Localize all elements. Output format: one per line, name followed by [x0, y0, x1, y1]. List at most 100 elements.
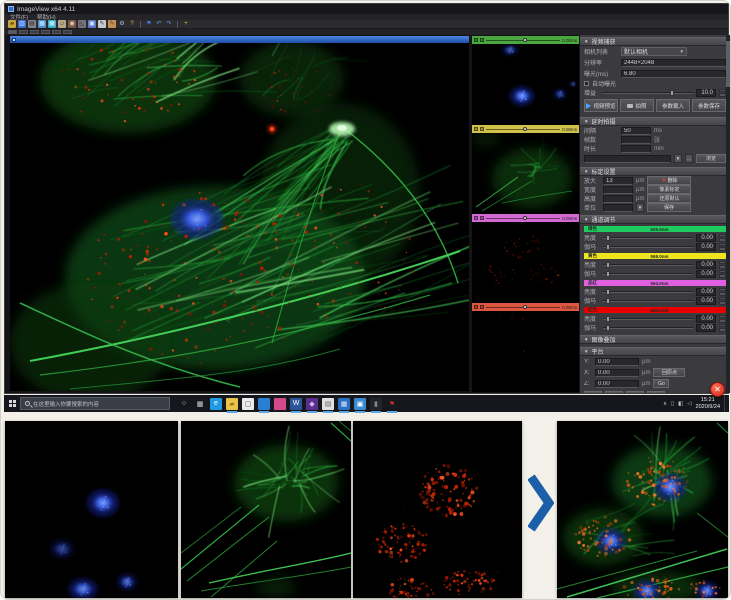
exposure-input[interactable]: 6.80: [621, 70, 726, 78]
value-stepper[interactable]: [719, 243, 726, 251]
width-input[interactable]: [603, 186, 633, 194]
scrollbar-thumb[interactable]: [726, 41, 730, 87]
channel-2-slider-1[interactable]: [603, 300, 693, 302]
battery-icon[interactable]: ▯: [671, 401, 674, 407]
channel-2-slider-0[interactable]: [603, 291, 693, 293]
gain-stepper[interactable]: [719, 89, 726, 97]
channel-1-slider-1[interactable]: [603, 273, 693, 275]
channel-0-slider-0[interactable]: [603, 237, 693, 239]
panel-scrollbar[interactable]: [726, 35, 730, 393]
title-bar[interactable]: ImageView x64 4.11: [5, 4, 728, 14]
console-icon[interactable]: ▮: [370, 398, 382, 410]
value-stepper[interactable]: [719, 270, 726, 278]
mdi-tab-2[interactable]: [30, 30, 39, 34]
pixel-calibrate-button[interactable]: 像素标定: [647, 185, 691, 194]
mdi-tab-5[interactable]: [63, 30, 72, 34]
resolution-input[interactable]: 2448×2048: [621, 59, 726, 67]
interval-input[interactable]: 50: [621, 127, 651, 135]
copy-icon[interactable]: ▱: [58, 20, 66, 28]
measure-icon[interactable]: ◺: [78, 20, 86, 28]
channel-value[interactable]: 0.00: [696, 243, 716, 251]
channel-value[interactable]: 0.00: [696, 315, 716, 323]
edge-icon[interactable]: e: [210, 398, 222, 410]
channel-value[interactable]: 0.00: [696, 270, 716, 278]
channel-1-bar[interactable]: 黄色568.0nm: [584, 253, 726, 259]
path-more-button[interactable]: …: [685, 154, 693, 163]
browse-button[interactable]: 浏览: [696, 154, 726, 163]
imaging-app-icon[interactable]: ⚑: [386, 398, 398, 410]
delete-calibration-button[interactable]: ✕删除: [647, 176, 691, 185]
start-button[interactable]: [4, 395, 20, 412]
preview-button[interactable]: 视频预览: [584, 99, 618, 112]
save-calibration-button[interactable]: 保存: [647, 203, 691, 212]
section-sequence-header[interactable]: ▼延时拍摄: [580, 117, 730, 126]
word-icon[interactable]: W: [290, 398, 302, 410]
restore-default-button[interactable]: 还原默认: [647, 194, 691, 203]
stage-home-button[interactable]: 回原点: [653, 368, 685, 377]
settings-icon[interactable]: ⚙: [118, 20, 126, 28]
open-folder-icon[interactable]: ▰: [8, 20, 16, 28]
undo-icon[interactable]: ↶: [155, 20, 163, 28]
stage-button-2[interactable]: Z置0: [626, 391, 644, 393]
channel-1-slider-0[interactable]: [603, 264, 693, 266]
value-stepper[interactable]: [719, 261, 726, 269]
print-icon[interactable]: ▤: [28, 20, 36, 28]
unit-dropdown-button[interactable]: ▼: [636, 203, 644, 212]
channel-3-bar[interactable]: 红色640.0nm: [584, 307, 726, 313]
white-balance-icon[interactable]: ◉: [68, 20, 76, 28]
photos-icon[interactable]: [274, 398, 286, 410]
blue-channel-thumbnail-slider[interactable]: 0.00ms: [472, 36, 579, 44]
channel-2-bar[interactable]: 品红594.0nm: [584, 280, 726, 286]
stage-button-0[interactable]: X置0: [584, 391, 602, 393]
channel-value[interactable]: 0.00: [696, 324, 716, 332]
auto-exposure-checkbox[interactable]: [584, 81, 589, 86]
network-icon[interactable]: ◧: [678, 401, 683, 407]
onedrive-icon[interactable]: [258, 398, 270, 410]
taskbar-search[interactable]: 在这里输入你要搜索的内容: [20, 397, 170, 410]
gain-value[interactable]: 10.0: [696, 89, 716, 97]
value-stepper[interactable]: [719, 324, 726, 332]
mdi-tab-0[interactable]: [8, 30, 17, 34]
save-path-input[interactable]: [584, 155, 671, 163]
far-red-channel-thumbnail[interactable]: [472, 311, 579, 392]
section-calibration-header[interactable]: ▼标定设置: [580, 167, 730, 176]
channel-value[interactable]: 0.00: [696, 297, 716, 305]
unit-input[interactable]: [603, 204, 633, 212]
mdi-tab-3[interactable]: [41, 30, 50, 34]
snap-button[interactable]: 拍照: [620, 99, 654, 112]
save-icon[interactable]: ▥: [18, 20, 26, 28]
hidden-icons-chevron[interactable]: ∧: [663, 401, 667, 407]
value-stepper[interactable]: [719, 315, 726, 323]
channel-0-bar[interactable]: 绿色525.0nm: [584, 226, 726, 232]
media-player-icon[interactable]: ▣: [354, 398, 366, 410]
channel-value[interactable]: 0.00: [696, 288, 716, 296]
frames-input[interactable]: [621, 136, 651, 144]
close-button[interactable]: ✕: [710, 382, 725, 397]
image-icon[interactable]: ▦: [38, 20, 46, 28]
path-dropdown-button[interactable]: ▼: [674, 154, 682, 163]
redo-icon[interactable]: ↷: [165, 20, 173, 28]
save-params-button[interactable]: 参数保存: [692, 99, 726, 112]
image-window-titlebar[interactable]: [10, 36, 469, 43]
cortana-icon[interactable]: ○: [178, 398, 190, 410]
mdi-tab-1[interactable]: [19, 30, 28, 34]
magnification-input[interactable]: 13: [603, 177, 633, 185]
green-channel-thumbnail-slider[interactable]: 0.00ms: [472, 125, 579, 133]
far-red-channel-thumbnail-slider[interactable]: 0.00ms: [472, 303, 579, 311]
section-channels-header[interactable]: ▼通道调节: [580, 215, 730, 224]
edit-icon[interactable]: ✎: [108, 20, 116, 28]
channel-3-slider-1[interactable]: [603, 327, 693, 329]
red-channel-thumbnail[interactable]: [472, 222, 579, 303]
help-icon[interactable]: ?: [128, 20, 136, 28]
section-stage-header[interactable]: ▼平台: [580, 347, 730, 356]
task-view-icon[interactable]: ▦: [194, 398, 206, 410]
notepad-icon[interactable]: ▤: [322, 398, 334, 410]
stage-x-input[interactable]: 0.00: [595, 369, 639, 377]
stage-go-button[interactable]: Go: [653, 379, 669, 388]
taskbar-clock[interactable]: 15:21 2020/9/24: [696, 397, 720, 410]
show-desktop-button[interactable]: [724, 395, 728, 412]
height-input[interactable]: [603, 195, 633, 203]
channel-value[interactable]: 0.00: [696, 234, 716, 242]
volume-icon[interactable]: ◁: [687, 401, 691, 407]
duration-input[interactable]: [621, 145, 651, 153]
